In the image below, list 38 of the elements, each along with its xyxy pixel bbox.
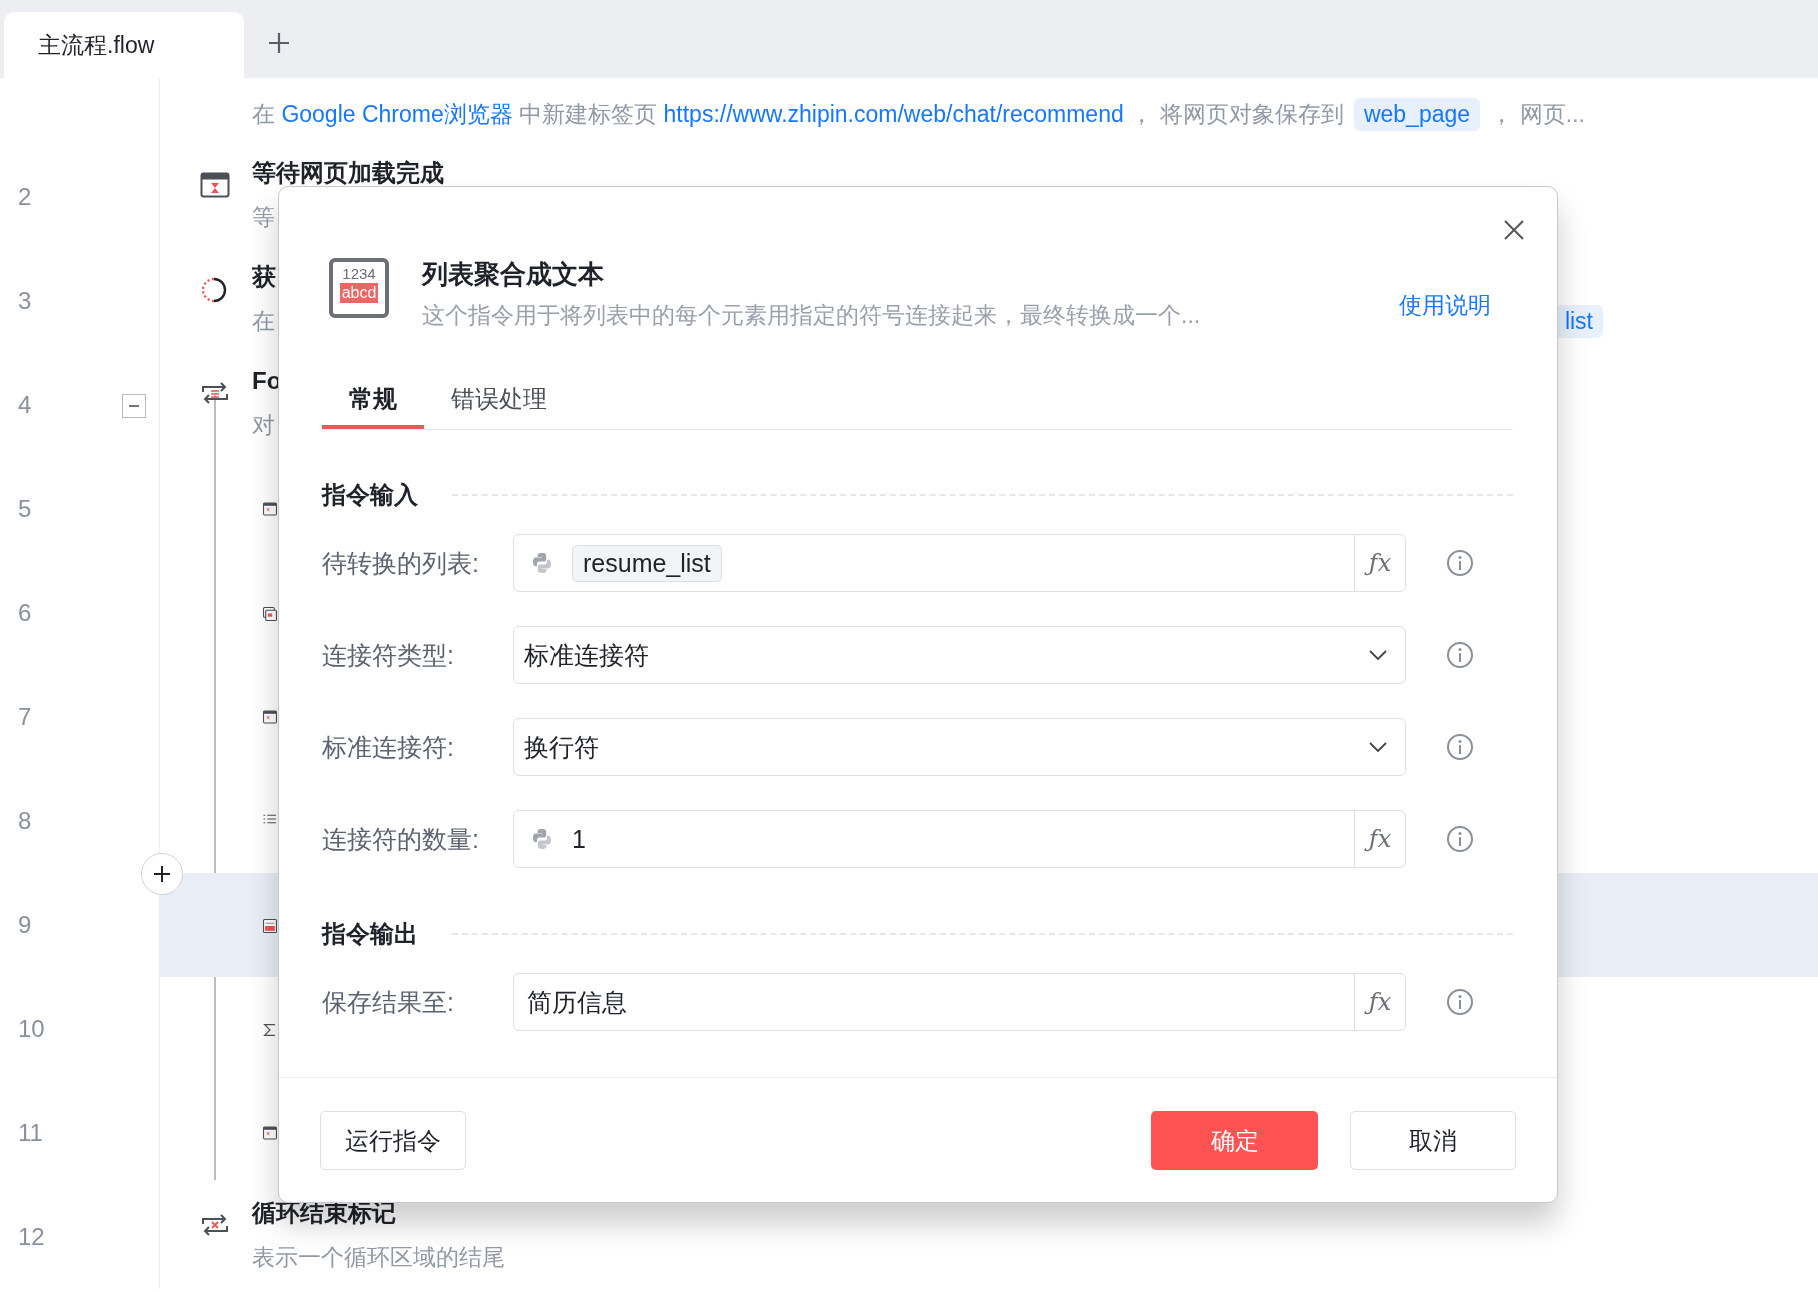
icon-digits: 1234 (342, 264, 376, 283)
field-value: 简历信息 (527, 986, 627, 1018)
description-text: 表示一个循环区域的结尾 (252, 1242, 505, 1272)
description-text: 在 (252, 99, 276, 129)
line-number: 7 (18, 703, 32, 731)
icon-letters: abcd (339, 283, 379, 303)
field-value: 1 (572, 824, 586, 854)
line-number: 8 (18, 807, 32, 835)
line-number: 3 (18, 287, 32, 315)
variable-tag: web_page (1353, 97, 1481, 131)
line-number: 10 (18, 1015, 45, 1043)
line-number: 4 (18, 391, 32, 419)
line-number: 12 (18, 1223, 45, 1251)
field-label: 连接符的数量: (322, 823, 480, 855)
step-title: 等待网页加载完成 (252, 158, 444, 188)
field-label: 标准连接符: (322, 731, 455, 763)
line-number: 5 (18, 495, 32, 523)
description-text: 等 (252, 202, 275, 232)
field-value: 标准连接符 (524, 639, 649, 671)
dialog-title: 列表聚合成文本 (422, 258, 605, 291)
step-title: 获 (252, 262, 276, 292)
line-number: 2 (18, 183, 32, 211)
field-label: 保存结果至: (322, 986, 455, 1018)
line-number: 9 (18, 911, 32, 939)
section-title: 指令输出 (322, 919, 418, 949)
variable-tag: resume_list (572, 544, 722, 582)
description-text: ， 将网页对象保存到 (1129, 99, 1345, 129)
section-title: 指令输入 (322, 480, 418, 510)
description-text: ， 网页... (1489, 99, 1585, 129)
description-text: 对 (252, 410, 275, 440)
field-label: 连接符类型: (322, 639, 455, 671)
field-value: 换行符 (524, 731, 599, 763)
line-number: 6 (18, 599, 32, 627)
line-number: 11 (18, 1119, 43, 1147)
dialog-description: 这个指令用于将列表中的每个元素用指定的符号连接起来，最终转换成一个... (422, 301, 1201, 330)
description-text: 在 (252, 306, 275, 336)
description-text: 中新建标签页 (518, 99, 659, 129)
field-label: 待转换的列表: (322, 547, 480, 579)
